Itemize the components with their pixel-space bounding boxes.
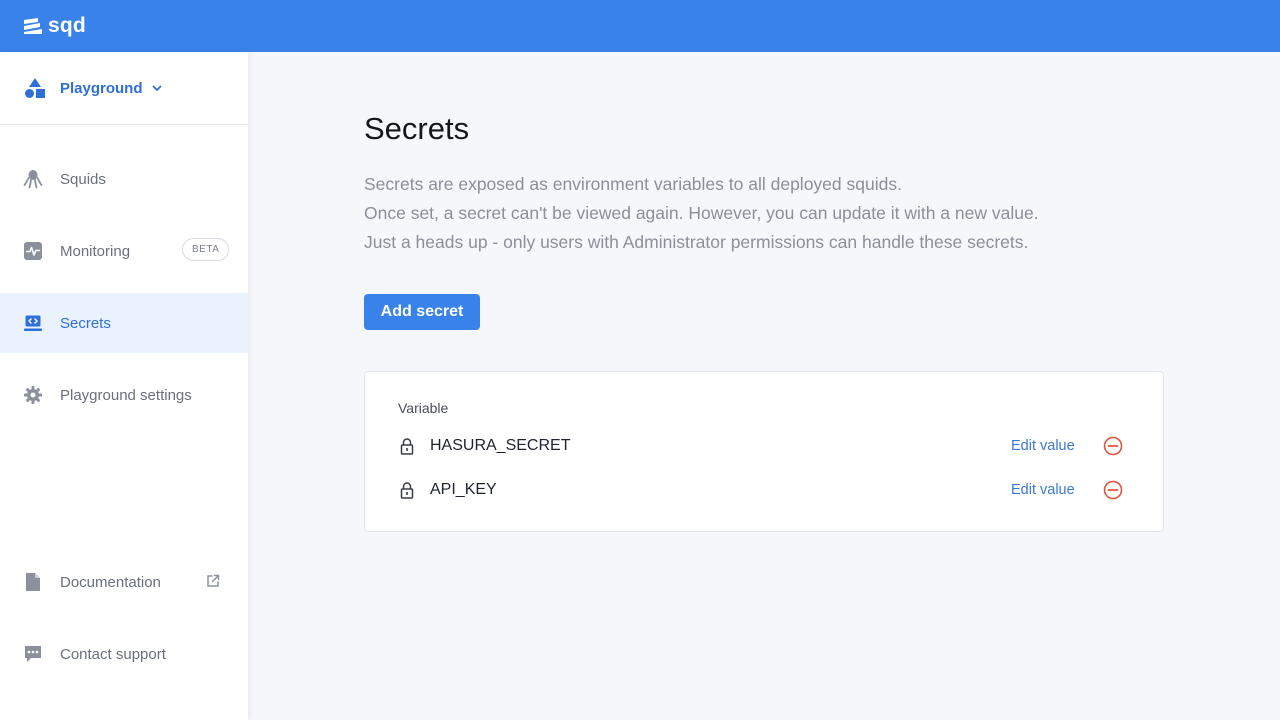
sidebar-item-label: Documentation [60,573,161,591]
variable-name: API_KEY [430,481,497,498]
description-line: Secrets are exposed as environment varia… [364,174,902,194]
lock-icon [398,481,416,499]
sidebar-item-secrets[interactable]: Secrets [0,293,248,353]
top-bar: sqd [0,0,1280,52]
edit-value-link[interactable]: Edit value [1011,438,1075,454]
secrets-icon [22,312,44,334]
remove-circle-icon[interactable] [1103,436,1123,456]
org-name: Playground [60,79,143,97]
org-switcher[interactable]: Playground [0,52,248,125]
edit-value-link[interactable]: Edit value [1011,482,1075,498]
sidebar: Playground Squids Monitoring BETA Secret… [0,52,248,720]
sidebar-item-label: Contact support [60,645,166,663]
variable-name: HASURA_SECRET [430,437,571,454]
description-line: Just a heads up - only users with Admini… [364,232,1029,252]
sidebar-item-label: Monitoring [60,242,131,260]
add-secret-button[interactable]: Add secret [364,294,480,330]
sidebar-item-squids[interactable]: Squids [0,149,248,209]
document-icon [22,571,44,593]
secrets-table: Variable HASURA_SECRET Edit value API_KE… [364,371,1164,532]
page-description: Secrets are exposed as environment varia… [364,170,1144,257]
table-row: HASURA_SECRET Edit value [398,431,1138,461]
squid-icon [22,168,44,190]
lock-icon [398,437,416,455]
monitoring-icon [22,240,44,262]
logo-text: sqd [48,14,86,37]
remove-circle-icon[interactable] [1103,480,1123,500]
beta-badge: BETA [182,238,230,261]
shapes-icon [24,77,46,99]
chat-icon [22,643,44,665]
logo[interactable]: sqd [24,14,86,38]
external-link-icon [206,574,220,588]
chevron-down-icon [151,82,163,94]
sidebar-item-label: Secrets [60,314,111,332]
sqd-logo-icon [24,18,42,34]
sidebar-item-label: Playground settings [60,386,192,404]
description-line: Once set, a secret can't be viewed again… [364,203,1039,223]
page-title: Secrets [364,111,470,146]
sidebar-item-contact-support[interactable]: Contact support [0,624,248,684]
sidebar-item-monitoring[interactable]: Monitoring BETA [0,221,248,281]
sidebar-item-documentation[interactable]: Documentation [0,552,248,612]
column-header-variable: Variable [398,400,449,416]
sidebar-item-playground-settings[interactable]: Playground settings [0,365,248,425]
sidebar-item-label: Squids [60,170,106,188]
table-row: API_KEY Edit value [398,475,1138,505]
gear-icon [22,384,44,406]
